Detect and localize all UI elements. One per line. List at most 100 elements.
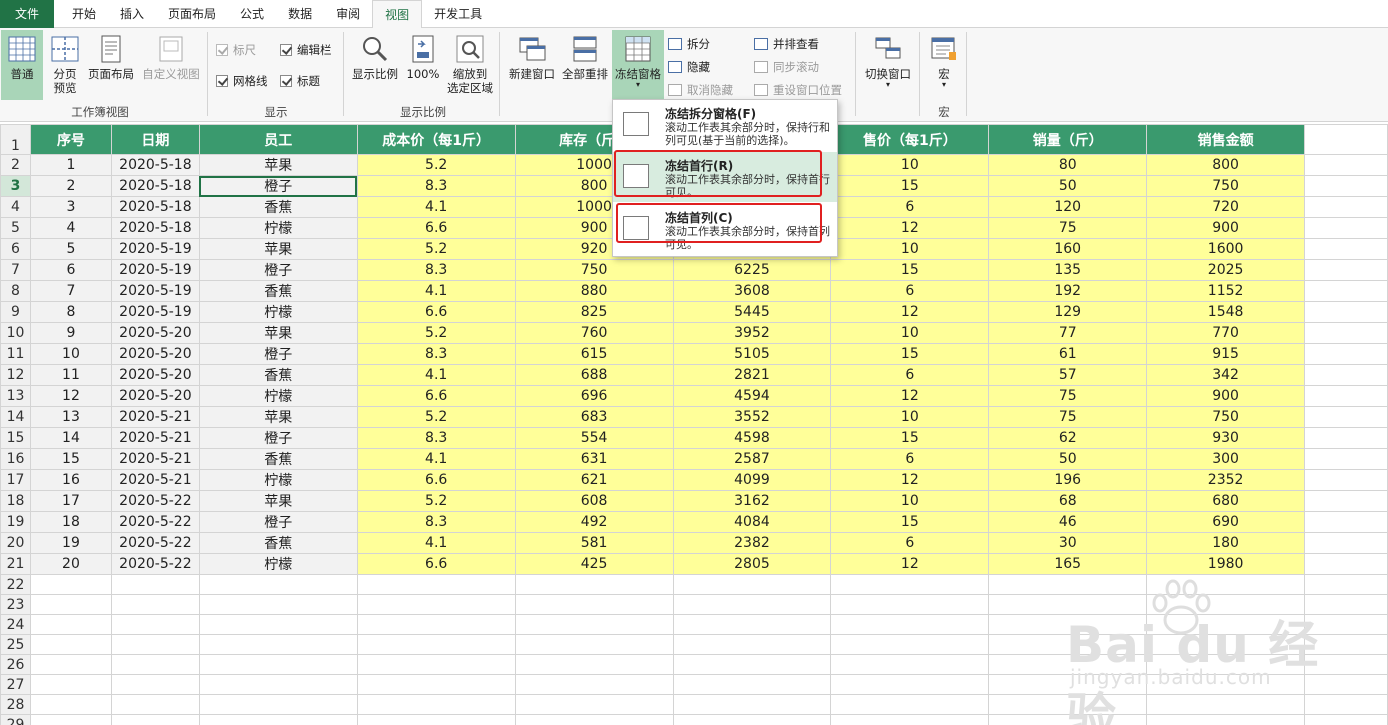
cell[interactable]: 2020-5-18 — [110, 154, 200, 176]
cell[interactable]: 6225 — [672, 259, 832, 281]
column-header-cell[interactable]: 成本价（每1斤） — [356, 124, 516, 155]
switch-windows-button[interactable]: 切换窗口 ▾ — [860, 30, 916, 89]
row-header[interactable]: 21 — [0, 553, 31, 575]
cell[interactable] — [672, 574, 832, 595]
cell[interactable]: 1 — [29, 154, 112, 176]
cell[interactable]: 2020-5-22 — [110, 490, 200, 512]
cell[interactable]: 柠檬 — [198, 301, 358, 323]
cell[interactable]: 5445 — [672, 301, 832, 323]
cell[interactable]: 15 — [830, 343, 990, 365]
cell[interactable]: 4598 — [672, 427, 832, 449]
cell[interactable]: 2020-5-18 — [110, 196, 200, 218]
cell[interactable]: 柠檬 — [198, 553, 358, 575]
cell[interactable]: 3162 — [672, 490, 832, 512]
cell[interactable]: 2020-5-19 — [110, 280, 200, 302]
row-header[interactable]: 20 — [0, 532, 31, 554]
tab-insert[interactable]: 插入 — [108, 0, 156, 28]
sync-scroll-button[interactable]: 同步滚动 — [754, 59, 819, 75]
cell[interactable] — [830, 714, 990, 725]
cell[interactable]: 900 — [1146, 217, 1306, 239]
row-header[interactable]: 17 — [0, 469, 31, 491]
row-header[interactable]: 7 — [0, 259, 31, 281]
cell[interactable]: 3 — [29, 196, 112, 218]
cell[interactable] — [1304, 280, 1388, 302]
cell[interactable]: 橙子 — [198, 175, 358, 197]
tab-formulas[interactable]: 公式 — [228, 0, 276, 28]
cell[interactable]: 6 — [29, 259, 112, 281]
macros-button[interactable]: 宏 ▾ — [924, 30, 964, 89]
zoom-button[interactable]: 显示比例 — [348, 30, 402, 81]
cell[interactable] — [830, 574, 990, 595]
cell[interactable]: 2020-5-20 — [110, 364, 200, 386]
row-header[interactable]: 10 — [0, 322, 31, 344]
cell[interactable]: 5.2 — [356, 490, 516, 512]
cell[interactable]: 5105 — [672, 343, 832, 365]
cell[interactable]: 880 — [514, 280, 674, 302]
column-header-cell[interactable]: 日期 — [110, 124, 200, 155]
cell[interactable]: 8.3 — [356, 259, 516, 281]
cell[interactable]: 12 — [830, 469, 990, 491]
row-header[interactable]: 24 — [0, 614, 31, 635]
cell[interactable]: 4.1 — [356, 364, 516, 386]
menu-item-freeze-panes[interactable]: 冻结拆分窗格(F) 滚动工作表其余部分时，保持行和列可见(基于当前的选择)。 — [613, 100, 837, 150]
cell[interactable]: 5.2 — [356, 406, 516, 428]
view-side-by-side-button[interactable]: 并排查看 — [754, 36, 819, 52]
cell[interactable]: 2352 — [1146, 469, 1306, 491]
cell[interactable]: 柠檬 — [198, 217, 358, 239]
cell[interactable]: 2 — [29, 175, 112, 197]
column-header-cell[interactable]: 序号 — [29, 124, 112, 155]
cell[interactable]: 690 — [1146, 511, 1306, 533]
cell[interactable] — [198, 574, 358, 595]
cell[interactable]: 2020-5-22 — [110, 532, 200, 554]
cell[interactable]: 750 — [1146, 175, 1306, 197]
cell[interactable]: 621 — [514, 469, 674, 491]
cell[interactable]: 2020-5-20 — [110, 385, 200, 407]
cell[interactable] — [198, 694, 358, 715]
cell[interactable]: 苹果 — [198, 406, 358, 428]
cell[interactable]: 柠檬 — [198, 469, 358, 491]
cell[interactable]: 492 — [514, 511, 674, 533]
cell[interactable] — [1304, 301, 1388, 323]
cell[interactable]: 6.6 — [356, 217, 516, 239]
cell[interactable]: 8.3 — [356, 427, 516, 449]
arrange-all-button[interactable]: 全部重排 — [560, 30, 610, 81]
cell[interactable]: 橙子 — [198, 343, 358, 365]
cell[interactable]: 14 — [29, 427, 112, 449]
row-header[interactable]: 29 — [0, 714, 31, 725]
cell[interactable]: 1600 — [1146, 238, 1306, 260]
cell[interactable]: 2020-5-20 — [110, 343, 200, 365]
cell[interactable]: 苹果 — [198, 154, 358, 176]
cell[interactable]: 12 — [830, 553, 990, 575]
custom-views-button[interactable]: 自定义视图 — [139, 30, 203, 81]
cell[interactable]: 77 — [988, 322, 1148, 344]
cell[interactable] — [110, 714, 200, 725]
split-button[interactable]: 拆分 — [668, 36, 710, 52]
cell[interactable]: 2020-5-18 — [110, 175, 200, 197]
row-header[interactable]: 19 — [0, 511, 31, 533]
cell[interactable] — [514, 694, 674, 715]
row-header[interactable]: 22 — [0, 574, 31, 595]
row-header[interactable]: 9 — [0, 301, 31, 323]
cell[interactable]: 香蕉 — [198, 448, 358, 470]
row-header[interactable]: 15 — [0, 427, 31, 449]
cell[interactable] — [1304, 259, 1388, 281]
cell[interactable]: 6.6 — [356, 301, 516, 323]
cell[interactable]: 2020-5-21 — [110, 406, 200, 428]
cell[interactable]: 129 — [988, 301, 1148, 323]
cell[interactable] — [110, 694, 200, 715]
row-header[interactable]: 14 — [0, 406, 31, 428]
cell[interactable]: 10 — [830, 406, 990, 428]
page-break-preview-button[interactable]: 分页 预览 — [46, 30, 84, 95]
cell[interactable] — [672, 594, 832, 615]
cell[interactable]: 2020-5-22 — [110, 511, 200, 533]
cell[interactable]: 1152 — [1146, 280, 1306, 302]
cell[interactable] — [514, 674, 674, 695]
cell[interactable] — [1304, 343, 1388, 365]
cell[interactable] — [514, 654, 674, 675]
cell[interactable]: 苹果 — [198, 238, 358, 260]
tab-data[interactable]: 数据 — [276, 0, 324, 28]
unhide-button[interactable]: 取消隐藏 — [668, 82, 733, 98]
cell[interactable] — [356, 674, 516, 695]
cell[interactable] — [1304, 154, 1388, 176]
cell[interactable]: 12 — [830, 217, 990, 239]
